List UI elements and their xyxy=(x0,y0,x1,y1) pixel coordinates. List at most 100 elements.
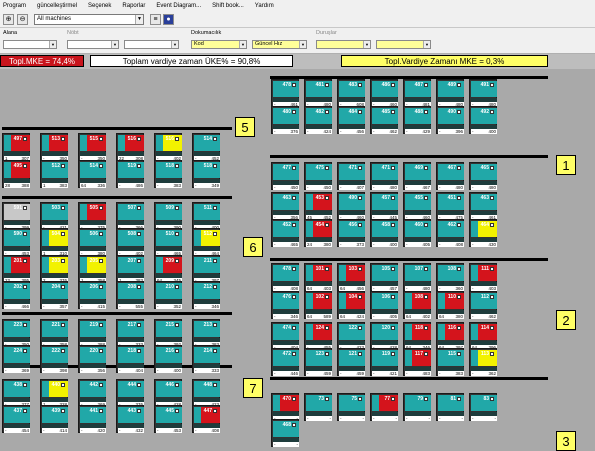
machine-tile[interactable]: 487-481 xyxy=(403,79,431,107)
zoom-out-icon[interactable]: ⊖ xyxy=(17,14,28,25)
machine-tile[interactable]: 512 1 383 xyxy=(40,160,68,188)
machine-tile[interactable]: 20964345 xyxy=(154,255,182,283)
machine-tile[interactable]: 478-408 xyxy=(271,263,299,291)
machine-tile[interactable]: 124-455 xyxy=(304,322,332,350)
machine-tile[interactable]: 75- - xyxy=(337,393,365,421)
code-select[interactable]: Kod ▼ xyxy=(191,40,247,49)
menu-program[interactable]: Program xyxy=(3,3,26,9)
area-select[interactable]: ▼ xyxy=(3,40,57,49)
machine-tile[interactable]: 121 - 459 xyxy=(337,348,365,376)
machine-tile[interactable]: 513-350 xyxy=(40,133,68,161)
machine-tile[interactable]: 117 - 483 xyxy=(403,348,431,376)
machine-tile[interactable]: 475 - 450 xyxy=(304,162,332,190)
machine-tile[interactable]: 489-480 xyxy=(436,79,464,107)
machine-tile[interactable]: 104 64 424 xyxy=(337,291,365,319)
machine-tile[interactable]: 2071383 xyxy=(116,255,144,283)
machine-tile[interactable]: 11664397 xyxy=(436,322,464,350)
machine-tile[interactable]: 444-376 xyxy=(116,379,144,407)
machine-tile[interactable]: 211-397 xyxy=(192,255,220,283)
machine-tile[interactable]: 490 - 396 xyxy=(436,106,464,134)
machine-tile[interactable]: 482 - 424 xyxy=(304,106,332,134)
machine-tile[interactable]: 453 45 452 xyxy=(304,192,332,220)
machine-tile[interactable]: 463-356 xyxy=(271,192,299,220)
machine-tile[interactable]: 472 - 446 xyxy=(271,348,299,376)
machine-tile[interactable]: 206 - 415 xyxy=(78,281,106,309)
machine-tile[interactable]: 458 - 400 xyxy=(370,219,398,247)
machine-tile[interactable]: 485 - 462 xyxy=(370,106,398,134)
machine-tile[interactable]: 446-428 xyxy=(154,379,182,407)
machine-select[interactable]: All machines ▼ xyxy=(34,14,144,25)
machine-tile[interactable]: 215-392 xyxy=(154,319,182,347)
machine-tile[interactable]: 460 - 405 xyxy=(403,219,431,247)
machine-tile[interactable]: 508-402 xyxy=(116,228,144,256)
machine-tile[interactable]: 469 - 467 xyxy=(403,162,431,190)
machine-tile[interactable]: 113 - 362 xyxy=(469,348,497,376)
machine-tile[interactable]: 465 - 480 xyxy=(469,162,497,190)
menu-help[interactable]: Yardım xyxy=(255,3,274,9)
machine-tile[interactable]: 518 - 383 xyxy=(154,160,182,188)
machine-tile[interactable]: 77- - xyxy=(370,393,398,421)
menu-update[interactable]: güncelleştirmel xyxy=(37,3,77,9)
machine-tile[interactable]: 514-452 xyxy=(192,133,220,161)
machine-tile[interactable]: 452 - 465 xyxy=(271,219,299,247)
machine-tile[interactable]: 11464396 xyxy=(469,322,497,350)
machine-tile[interactable]: 518 - 349 xyxy=(192,160,220,188)
machine-tile[interactable]: 83- - xyxy=(469,393,497,421)
machine-tile[interactable]: 503-421 xyxy=(40,202,68,230)
shift-select[interactable]: ▼ xyxy=(67,40,119,49)
machine-tile[interactable]: 106 - 405 xyxy=(370,291,398,319)
machine-tile[interactable]: 470-- xyxy=(271,393,299,421)
machine-tile[interactable]: 462 - 408 xyxy=(436,219,464,247)
menu-shift-book[interactable]: Shift book... xyxy=(212,3,244,9)
machine-tile[interactable]: 483-608 xyxy=(337,79,365,107)
machine-tile[interactable]: 474-404 xyxy=(271,322,299,350)
machine-tile[interactable]: 463-461 xyxy=(469,192,497,220)
machine-tile[interactable]: 476 - 346 xyxy=(271,291,299,319)
machine-tile[interactable]: 108-360 xyxy=(436,263,464,291)
machine-tile[interactable]: 115 - 383 xyxy=(436,348,464,376)
machine-tile[interactable]: 110 64 380 xyxy=(436,291,464,319)
machine-tile[interactable]: 484 - 456 xyxy=(337,106,365,134)
machine-tile[interactable]: 477 - 450 xyxy=(271,162,299,190)
machine-tile[interactable]: 224 - 369 xyxy=(2,345,30,373)
machine-tile[interactable]: 438-377 xyxy=(2,379,30,407)
machine-tile[interactable]: 478-461 xyxy=(271,79,299,107)
machine-tile[interactable]: 223-350 xyxy=(2,319,30,347)
machine-tile[interactable]: 220 - 356 xyxy=(78,345,106,373)
machine-tile[interactable]: 442-369 xyxy=(78,379,106,407)
machine-tile[interactable]: 2051358 xyxy=(78,255,106,283)
stops-select[interactable]: ▼ xyxy=(316,40,371,49)
machine-tile[interactable]: 108 64 402 xyxy=(403,291,431,319)
machine-tile[interactable]: 2032376 xyxy=(40,255,68,283)
machine-tile[interactable]: 443 - 432 xyxy=(116,405,144,433)
machine-tile[interactable]: 492 - 400 xyxy=(469,106,497,134)
machine-tile[interactable]: 519 - 486 xyxy=(116,160,144,188)
machine-tile[interactable]: 451-475 xyxy=(436,192,464,220)
machine-tile[interactable]: 112 - 462 xyxy=(469,291,497,319)
machine-tile[interactable]: 204 - 357 xyxy=(40,281,68,309)
machine-tile[interactable]: 486-460 xyxy=(370,79,398,107)
machine-tile[interactable]: 468- - xyxy=(271,419,299,447)
machine-tile[interactable]: 441 - 420 xyxy=(78,405,106,433)
machine-tile[interactable]: 20122395 xyxy=(2,255,30,283)
machine-tile[interactable]: 202 - 466 xyxy=(2,281,30,309)
shift-select-2[interactable]: ▼ xyxy=(124,40,179,49)
machine-tile[interactable]: 471 - 407 xyxy=(337,162,365,190)
machine-tile[interactable]: 11864346 xyxy=(403,322,431,350)
machine-tile[interactable]: 516 22 308 xyxy=(116,133,144,161)
machine-tile[interactable]: 122-423 xyxy=(337,322,365,350)
machine-tile[interactable]: 4401328 xyxy=(40,379,68,407)
machine-tile[interactable]: 471 - 480 xyxy=(370,162,398,190)
machine-tile[interactable]: 439 - 414 xyxy=(40,405,68,433)
machine-tile[interactable]: 105-457 xyxy=(370,263,398,291)
machine-tile[interactable]: 445 - 453 xyxy=(154,405,182,433)
machine-tile[interactable]: 111-403 xyxy=(469,263,497,291)
machine-tile[interactable]: 495 28 388 xyxy=(2,160,30,188)
machine-tile[interactable]: 506-380 xyxy=(78,228,106,256)
machine-tile[interactable]: 512-464 xyxy=(192,228,220,256)
machine-tile[interactable]: 509-390 xyxy=(154,202,182,230)
machine-tile[interactable]: 437 - 454 xyxy=(2,405,30,433)
machine-tile[interactable]: 213-383 xyxy=(192,319,220,347)
machine-tile[interactable]: 221-358 xyxy=(40,319,68,347)
machine-tile[interactable]: 103 64 456 xyxy=(337,263,365,291)
